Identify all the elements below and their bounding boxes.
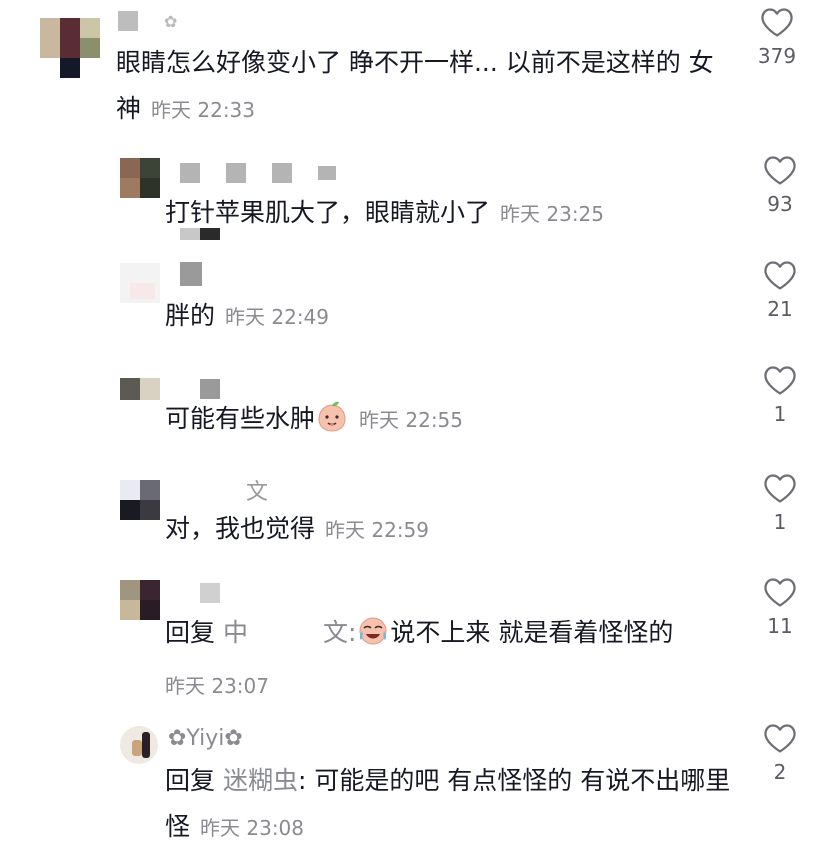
like-button[interactable]: 1	[745, 472, 815, 534]
blurred-decoration	[180, 228, 220, 240]
comment-text: 对，我也觉得 昨天 22:59	[165, 514, 430, 543]
comment-time: 昨天 22:55	[359, 408, 464, 432]
comment-text: 胖的 昨天 22:49	[165, 301, 330, 330]
reply-item[interactable]: 回复 中 文: 说不上来 就是看着怪怪的 昨天 23:07 11	[0, 572, 828, 702]
comment-time: 昨天 23:25	[500, 202, 605, 226]
like-button[interactable]: 379	[742, 6, 812, 68]
reply-mention[interactable]: 中 文:	[223, 618, 356, 647]
username[interactable]	[180, 261, 228, 286]
avatar[interactable]	[40, 18, 100, 78]
comment-time: 昨天 22:49	[225, 305, 330, 329]
like-button[interactable]: 11	[745, 576, 815, 638]
peach-face-emoji	[315, 399, 349, 448]
username[interactable]: ✿	[118, 8, 177, 33]
heart-outline-icon	[764, 474, 796, 503]
comment-text: 打针苹果肌大了，眼睛就小了 昨天 23:25	[165, 198, 605, 227]
like-count: 21	[767, 297, 793, 321]
heart-outline-icon	[764, 578, 796, 607]
avatar[interactable]	[120, 263, 160, 303]
username[interactable]	[180, 160, 362, 185]
crying-laughing-emoji	[356, 613, 390, 662]
avatar[interactable]	[120, 158, 160, 198]
avatar[interactable]	[120, 480, 160, 520]
comment-text: 回复 迷糊虫: 可能是的吧 有点怪怪的 有说不出哪里怪 昨天 23:08	[165, 766, 731, 841]
avatar[interactable]	[120, 726, 158, 764]
avatar[interactable]	[120, 580, 160, 620]
comment-time: 昨天 22:59	[325, 518, 430, 542]
username[interactable]: ✿Yiyi✿	[168, 726, 243, 751]
heart-outline-icon	[764, 724, 796, 753]
comment-item[interactable]: ✿ 眼睛怎么好像变小了 睁不开一样... 以前不是这样的 女神 昨天 22:33 …	[0, 0, 828, 140]
like-button[interactable]: 1	[745, 364, 815, 426]
like-button[interactable]: 21	[745, 259, 815, 321]
comment-text: 眼睛怎么好像变小了 睁不开一样... 以前不是这样的 女神 昨天 22:33	[116, 48, 714, 123]
like-count: 2	[773, 760, 787, 784]
comment-time: 昨天 23:08	[200, 816, 305, 840]
comment-time: 昨天 22:33	[151, 98, 256, 122]
comment-time: 昨天 23:07	[165, 674, 269, 698]
like-count: 93	[767, 192, 793, 216]
reply-item[interactable]: 胖的 昨天 22:49 21	[0, 255, 828, 355]
reply-item[interactable]: 可能有些水肿 昨天 22:55 1	[0, 360, 828, 460]
heart-outline-icon	[764, 261, 796, 290]
like-count: 1	[773, 510, 787, 534]
avatar[interactable]	[120, 378, 160, 400]
reply-mention[interactable]: 迷糊虫	[223, 766, 298, 795]
reply-item[interactable]: 打针苹果肌大了，眼睛就小了 昨天 23:25 93	[0, 150, 828, 250]
like-count: 379	[757, 44, 797, 68]
heart-outline-icon	[764, 366, 796, 395]
heart-outline-icon	[761, 8, 793, 37]
reply-item[interactable]: 文 对，我也觉得 昨天 22:59 1	[0, 468, 828, 568]
like-count: 11	[767, 614, 793, 638]
comment-text: 回复 中 文: 说不上来 就是看着怪怪的 昨天 23:07	[165, 610, 673, 709]
comment-text: 可能有些水肿 昨天 22:55	[165, 396, 463, 448]
reply-item[interactable]: ✿Yiyi✿ 回复 迷糊虫: 可能是的吧 有点怪怪的 有说不出哪里怪 昨天 23:…	[0, 718, 828, 854]
username[interactable]: 文	[246, 474, 268, 506]
username[interactable]	[200, 580, 246, 605]
heart-outline-icon	[764, 156, 796, 185]
like-button[interactable]: 93	[745, 154, 815, 216]
like-count: 1	[773, 402, 787, 426]
like-button[interactable]: 2	[745, 722, 815, 784]
